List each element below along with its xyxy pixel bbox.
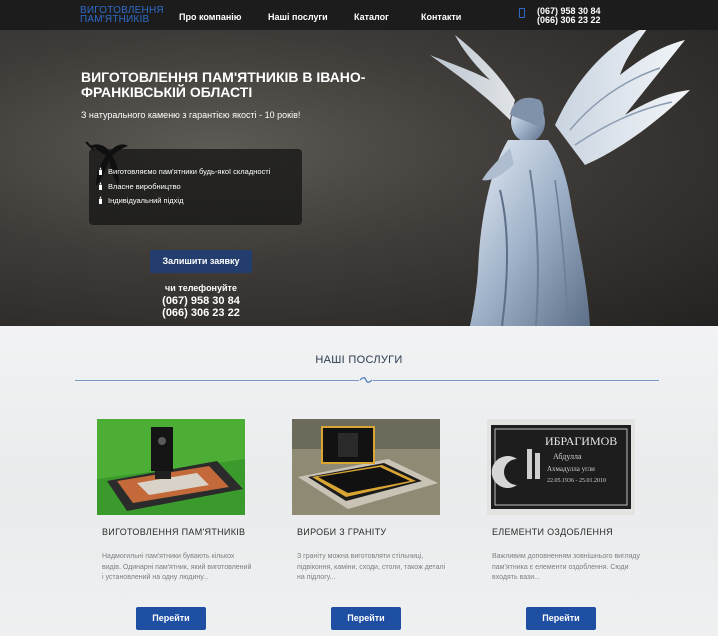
card-text-granite: З граніту можна виготовляти стільниці, п… bbox=[297, 553, 446, 581]
divider-ornament-icon bbox=[359, 376, 373, 384]
hero-phone-1[interactable]: (067) 958 30 84 bbox=[150, 295, 252, 307]
feature-item-individual: Індивідуальний підхід bbox=[108, 196, 184, 205]
card-title-decor[interactable]: ЕЛЕМЕНТИ ОЗДОБЛЕННЯ bbox=[492, 527, 613, 537]
card-button-granite[interactable]: Перейти bbox=[331, 607, 401, 630]
card-image-decor[interactable]: ИБРАГИМОВ Абдулла Ахмадулла угли 22.05.1… bbox=[487, 419, 635, 515]
card-text-decor: Важливим доповненням зовнішнього вигляду… bbox=[492, 553, 640, 581]
plaque-name: ИБРАГИМОВ bbox=[545, 434, 617, 448]
hero-banner: ВИГОТОВЛЕННЯ ПАМ'ЯТНИКІВ В ІВАНО-ФРАНКІВ… bbox=[0, 30, 718, 326]
nav-item-services[interactable]: Наші послуги bbox=[268, 12, 328, 22]
card-button-monuments[interactable]: Перейти bbox=[136, 607, 206, 630]
call-label: чи телефонуйте bbox=[165, 283, 237, 293]
services-section: НАШІ ПОСЛУГИ ВИГОТОВЛЕННЯ ПАМ'ЯТНИКІВ На… bbox=[0, 326, 718, 636]
candle-icon bbox=[99, 167, 102, 175]
angel-statue-image bbox=[430, 30, 690, 326]
hero-title: ВИГОТОВЛЕННЯ ПАМ'ЯТНИКІВ В ІВАНО-ФРАНКІВ… bbox=[81, 69, 366, 100]
card-title-granite[interactable]: ВИРОБИ З ГРАНІТУ bbox=[297, 527, 386, 537]
feature-item-complexity: Виготовляємо пам'ятники будь-якої складн… bbox=[108, 167, 271, 176]
nav-item-catalog[interactable]: Каталог bbox=[354, 12, 389, 22]
header-phone-2[interactable]: (066) 306 23 22 bbox=[537, 16, 601, 25]
phone-icon bbox=[519, 8, 525, 18]
hero-subtitle: З натурального каменю з гарантією якості… bbox=[81, 110, 301, 120]
request-button[interactable]: Залишити заявку bbox=[150, 250, 252, 273]
logo-line-2: ПАМ'ЯТНИКІВ bbox=[80, 14, 150, 25]
header-phones: (067) 958 30 84 (066) 306 23 22 bbox=[537, 7, 601, 25]
logo[interactable]: ВИГОТОВЛЕННЯ ПАМ'ЯТНИКІВ bbox=[80, 6, 164, 25]
feature-item-production: Власне виробництво bbox=[108, 182, 181, 191]
card-title-monuments[interactable]: ВИГОТОВЛЕННЯ ПАМ'ЯТНИКІВ bbox=[102, 527, 245, 537]
site-header: ВИГОТОВЛЕННЯ ПАМ'ЯТНИКІВ Про компанію На… bbox=[0, 0, 718, 30]
plaque-line-2: Абдулла bbox=[553, 452, 582, 461]
candle-icon bbox=[99, 196, 102, 204]
plaque-line-3: Ахмадулла угли bbox=[547, 465, 595, 473]
section-title: НАШІ ПОСЛУГИ bbox=[315, 354, 403, 366]
card-button-decor[interactable]: Перейти bbox=[526, 607, 596, 630]
hero-phone-2[interactable]: (066) 306 23 22 bbox=[150, 307, 252, 319]
candle-icon bbox=[99, 182, 102, 190]
card-image-granite[interactable] bbox=[292, 419, 440, 515]
nav-item-contacts[interactable]: Контакти bbox=[421, 12, 461, 22]
nav-item-about[interactable]: Про компанію bbox=[179, 12, 241, 22]
plaque-dates: 22.05.1936 - 25.01.2010 bbox=[547, 478, 606, 484]
card-image-monuments[interactable] bbox=[97, 419, 245, 515]
mourning-ribbon-icon bbox=[85, 141, 128, 186]
card-text-monuments: Надмогильні пам'ятники бувають кількох в… bbox=[102, 553, 252, 581]
